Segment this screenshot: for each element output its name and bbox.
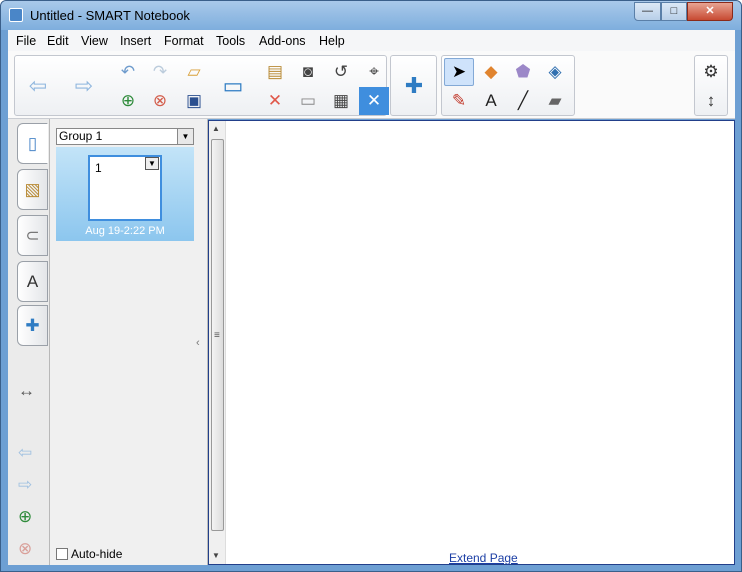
toolbar-group-tools: ➤ ◆ ⬟ ◈ ✎ A ╱ ▰	[441, 55, 575, 116]
page-number: 1	[95, 161, 102, 175]
properties-tab[interactable]: A	[17, 261, 48, 302]
redo-icon[interactable]: ↷	[145, 58, 175, 86]
text-icon[interactable]: A	[476, 87, 506, 115]
back-arrow-icon[interactable]: ⇦	[18, 56, 58, 116]
menu-bar: File Edit View Insert Format Tools Add-o…	[8, 30, 735, 51]
app-window: Untitled - SMART Notebook — □ ✕ File Edi…	[0, 0, 742, 572]
menu-tools[interactable]: Tools	[216, 34, 245, 48]
toolbar-group-main: ⇦ ⇨ ↶ ↷ ▱ ⊕ ⊗ ▣ ▭ ▤ ◙ ↺ ⌖ ✕ ▭ ▦ ✕	[14, 55, 389, 116]
scroll-thumb[interactable]: ≡	[211, 139, 224, 531]
close-button[interactable]: ✕	[687, 2, 733, 21]
save-icon[interactable]: ▣	[179, 87, 209, 115]
menu-add-ons[interactable]: Add-ons	[259, 34, 306, 48]
group-label: Group 1	[59, 129, 103, 143]
scroll-grip-icon: ≡	[214, 330, 220, 341]
group-select[interactable]: Group 1 ▼	[56, 128, 194, 145]
autohide-checkbox[interactable]	[56, 548, 68, 560]
shapes-icon[interactable]: ◆	[476, 58, 506, 86]
title-bar: Untitled - SMART Notebook — □ ✕	[1, 1, 741, 30]
pens-icon[interactable]: ✎	[444, 87, 474, 115]
window-title: Untitled - SMART Notebook	[30, 8, 190, 23]
maximize-button[interactable]: □	[661, 2, 687, 21]
notebook-app-icon	[9, 8, 23, 22]
toolbar-group-settings: ⚙ ↕	[694, 55, 728, 116]
add-page-icon[interactable]: ⊕	[18, 507, 32, 527]
scroll-down-icon[interactable]: ▼	[212, 551, 220, 560]
line-icon[interactable]: ╱	[508, 87, 538, 115]
toolbar: ⇦ ⇨ ↶ ↷ ▱ ⊕ ⊗ ▣ ▭ ▤ ◙ ↺ ⌖ ✕ ▭ ▦ ✕ ✚ ➤ ◆ …	[8, 51, 735, 119]
attachments-tab[interactable]: ⊂	[17, 215, 48, 256]
minimize-button[interactable]: —	[634, 2, 661, 21]
move-toolbar-icon[interactable]: ↕	[696, 87, 726, 115]
page-canvas[interactable]: ▲ ≡ ▼ Extend Page	[208, 120, 735, 565]
select-icon[interactable]: ➤	[444, 58, 474, 86]
open-file-icon[interactable]: ▱	[179, 58, 209, 86]
remove-page-icon[interactable]: ⊗	[18, 539, 32, 559]
vertical-scrollbar[interactable]: ▲ ≡ ▼	[209, 121, 226, 564]
resize-grip-icon[interactable]: ‹	[196, 337, 200, 349]
forward-arrow-icon[interactable]: ⇨	[64, 56, 104, 116]
page-thumbnail-panel[interactable]: 1 ▼ Aug 19-2:22 PM	[56, 147, 194, 241]
add-ons-tab[interactable]: ✚	[17, 305, 48, 346]
eraser-icon[interactable]: ▰	[540, 87, 570, 115]
menu-format[interactable]: Format	[164, 34, 204, 48]
add-ons-icon[interactable]: ✚	[394, 56, 434, 116]
menu-file[interactable]: File	[16, 34, 36, 48]
fill-bucket-icon[interactable]: ◈	[540, 58, 570, 86]
swap-side-icon[interactable]: ↔	[18, 381, 35, 401]
undo-icon[interactable]: ↶	[113, 58, 143, 86]
capture-icon[interactable]: ◙	[293, 58, 323, 86]
screen-icon[interactable]: ▭	[293, 87, 323, 115]
screen-shade-icon[interactable]: ▭	[213, 56, 253, 116]
page-date: Aug 19-2:22 PM	[85, 225, 165, 237]
toolbar-group-addons: ✚	[390, 55, 437, 116]
scroll-up-icon[interactable]: ▲	[212, 124, 220, 133]
next-page-icon[interactable]: ⇨	[18, 475, 32, 495]
page-sorter-tab[interactable]: ▯	[17, 123, 48, 164]
chevron-down-icon[interactable]: ▼	[177, 129, 193, 144]
delete-icon[interactable]: ✕	[260, 87, 290, 115]
menu-help[interactable]: Help	[319, 34, 345, 48]
close-x-icon[interactable]: ✕	[359, 87, 389, 115]
side-tabs: ▯ ▧ ⊂ A ✚ ↔ ⇦ ⇨ ⊕ ⊗	[8, 119, 50, 565]
measurement-tools-icon[interactable]: ⌖	[359, 58, 389, 86]
page-menu-chevron-icon[interactable]: ▼	[145, 157, 159, 170]
fill-icon[interactable]: ⬟	[508, 58, 538, 86]
new-page-icon[interactable]: ⊕	[113, 87, 143, 115]
gallery-tab[interactable]: ▧	[17, 169, 48, 210]
settings-icon[interactable]: ⚙	[696, 58, 726, 86]
autohide-option[interactable]: Auto-hide	[56, 547, 122, 561]
autohide-label: Auto-hide	[71, 547, 123, 561]
side-panel: ▯ ▧ ⊂ A ✚ ↔ ⇦ ⇨ ⊕ ⊗ Group 1 ▼ 1 ▼ Aug 19…	[8, 119, 208, 565]
delete-page-icon[interactable]: ⊗	[145, 87, 175, 115]
table-icon[interactable]: ▦	[326, 87, 356, 115]
menu-view[interactable]: View	[81, 34, 108, 48]
extend-page-link[interactable]: Extend Page	[449, 551, 518, 565]
page-thumbnail[interactable]: 1 ▼	[88, 155, 162, 221]
menu-insert[interactable]: Insert	[120, 34, 151, 48]
menu-edit[interactable]: Edit	[47, 34, 69, 48]
paste-icon[interactable]: ▤	[260, 58, 290, 86]
document-camera-icon[interactable]: ↺	[326, 58, 356, 86]
previous-page-icon[interactable]: ⇦	[18, 443, 32, 463]
